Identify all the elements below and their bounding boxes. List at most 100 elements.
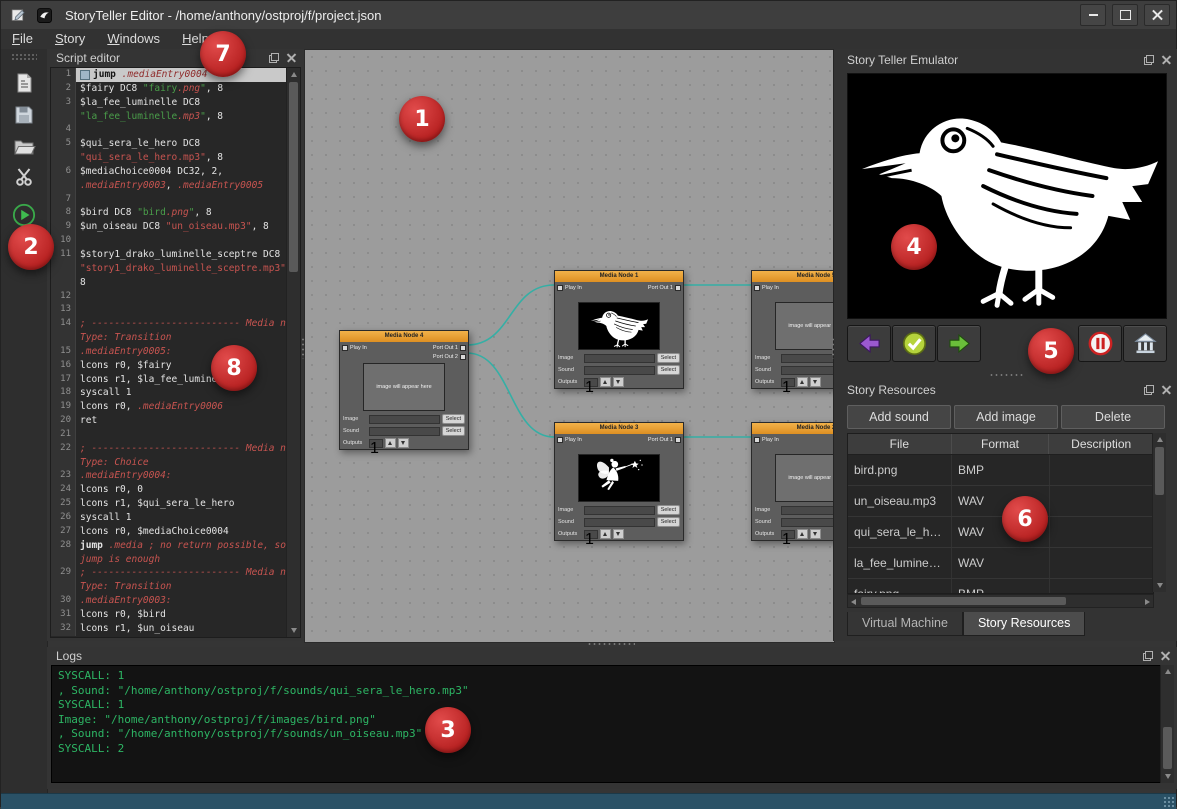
delete-button[interactable]: Delete: [1061, 405, 1165, 429]
scroll-up-icon[interactable]: [291, 72, 297, 77]
resize-grip[interactable]: [1163, 796, 1174, 807]
ok-button[interactable]: [892, 325, 936, 362]
spin-up-button[interactable]: [385, 438, 396, 448]
maximize-button[interactable]: [1112, 4, 1138, 26]
add-image-button[interactable]: Add image: [954, 405, 1058, 429]
undock-icon[interactable]: [1144, 55, 1154, 65]
node-select-button[interactable]: Select: [657, 365, 680, 375]
new-script-icon[interactable]: [10, 69, 38, 97]
scroll-down-icon[interactable]: [291, 628, 297, 633]
log-line: , Sound: "/home/anthony/ostproj/f/sounds…: [58, 727, 1154, 742]
table-horizontal-scrollbar[interactable]: [847, 594, 1154, 608]
spin-down-button[interactable]: [398, 438, 409, 448]
spin-down-button[interactable]: [810, 529, 821, 539]
spin-down-button[interactable]: [613, 377, 624, 387]
node-select-button[interactable]: Select: [657, 505, 680, 515]
close-panel-icon[interactable]: [1162, 385, 1171, 394]
splitter-handle[interactable]: [989, 373, 1023, 377]
node-graph-canvas[interactable]: Media Node 4Play InPort Out 1Port Out 2i…: [304, 49, 835, 643]
menu-windows[interactable]: Windows: [96, 29, 171, 49]
right-dock: Story Teller Emulator Story Resources Ad…: [833, 49, 1177, 641]
scrollbar-thumb[interactable]: [861, 597, 1066, 605]
spin-down-button[interactable]: [810, 377, 821, 387]
close-panel-icon[interactable]: [287, 53, 296, 62]
spin-down-button[interactable]: [613, 529, 624, 539]
input-port[interactable]: Play In: [754, 284, 779, 292]
table-row[interactable]: fairy.pngBMP: [848, 579, 1153, 594]
horizontal-splitter-handle[interactable]: [587, 642, 635, 646]
code-line: 7: [51, 193, 286, 207]
resources-title: Story Resources: [847, 383, 1144, 397]
spin-up-button[interactable]: [797, 377, 808, 387]
media-node-title: Media Node 4: [340, 331, 468, 342]
scrollbar-thumb[interactable]: [289, 82, 298, 272]
close-panel-icon[interactable]: [1161, 651, 1170, 660]
table-row[interactable]: un_oiseau.mp3WAV: [848, 486, 1153, 517]
node-select-button[interactable]: Select: [657, 517, 680, 527]
menu-file[interactable]: File: [1, 29, 44, 49]
scroll-right-icon[interactable]: [1145, 599, 1150, 605]
menu-story[interactable]: Story: [44, 29, 96, 49]
logs-scrollbar[interactable]: [1160, 665, 1174, 783]
undock-icon[interactable]: [1144, 385, 1154, 395]
column-header-description[interactable]: Description: [1049, 434, 1153, 454]
output-port[interactable]: Port Out 1: [433, 344, 466, 352]
scroll-left-icon[interactable]: [851, 599, 856, 605]
editor-scrollbar[interactable]: [286, 68, 300, 637]
node-field-row: Outputs1: [555, 528, 683, 540]
table-row[interactable]: bird.pngBMP: [848, 455, 1153, 486]
previous-button[interactable]: [847, 325, 891, 362]
add-sound-button[interactable]: Add sound: [847, 405, 951, 429]
open-folder-icon[interactable]: [10, 133, 38, 161]
media-node[interactable]: Media Node 5Play InPort Out 1image will …: [751, 270, 835, 389]
node-select-button[interactable]: Select: [657, 353, 680, 363]
spin-up-button[interactable]: [600, 377, 611, 387]
input-port[interactable]: Play In: [557, 284, 582, 292]
code-line: 11$story1_drako_luminelle_sceptre DC8: [51, 248, 286, 262]
script-editor[interactable]: 1jump .mediaEntry00042$fairy DC8 "fairy.…: [50, 67, 301, 638]
table-vertical-scrollbar[interactable]: [1152, 433, 1166, 592]
output-port[interactable]: Port Out 1: [648, 284, 681, 292]
output-port[interactable]: Port Out 1: [648, 436, 681, 444]
scroll-up-icon[interactable]: [1157, 437, 1163, 442]
node-select-button[interactable]: Select: [442, 426, 465, 436]
close-panel-icon[interactable]: [1162, 55, 1171, 64]
tab-virtual-machine[interactable]: Virtual Machine: [847, 612, 963, 636]
save-icon[interactable]: [10, 101, 38, 129]
pause-button[interactable]: [1078, 325, 1122, 362]
scroll-up-icon[interactable]: [1165, 669, 1171, 674]
media-node[interactable]: Media Node 4Play InPort Out 1Port Out 2i…: [339, 330, 469, 450]
scroll-down-icon[interactable]: [1157, 583, 1163, 588]
undock-icon[interactable]: [1143, 651, 1153, 661]
spin-up-button[interactable]: [600, 529, 611, 539]
media-node[interactable]: Media Node 2Play InPort Out 1image will …: [751, 422, 835, 541]
toolbar-drag-handle[interactable]: [11, 53, 37, 60]
media-node[interactable]: Media Node 3Play InPort Out 1ImageSelect…: [554, 422, 684, 541]
table-row[interactable]: qui_sera_le_h…WAV: [848, 517, 1153, 548]
scrollbar-thumb[interactable]: [1163, 727, 1172, 769]
home-button[interactable]: [1123, 325, 1167, 362]
vertical-splitter-handle[interactable]: [831, 337, 835, 359]
input-port[interactable]: Play In: [754, 436, 779, 444]
next-button[interactable]: [937, 325, 981, 362]
column-header-file[interactable]: File: [848, 434, 952, 454]
input-port[interactable]: Play In: [342, 344, 367, 352]
scroll-down-icon[interactable]: [1165, 774, 1171, 779]
media-node[interactable]: Media Node 1Play InPort Out 1ImageSelect…: [554, 270, 684, 389]
close-button[interactable]: [1144, 4, 1170, 26]
undock-icon[interactable]: [269, 53, 279, 63]
spin-up-button[interactable]: [797, 529, 808, 539]
scissors-icon[interactable]: [10, 163, 38, 191]
code-text: $story1_drako_luminelle_sceptre DC8: [76, 248, 286, 262]
vertical-splitter-handle[interactable]: [301, 337, 305, 359]
output-port[interactable]: Port Out 2: [433, 353, 466, 361]
log-output: SYSCALL: 1, Sound: "/home/anthony/ostpro…: [51, 665, 1161, 783]
column-header-format[interactable]: Format: [952, 434, 1050, 454]
table-row[interactable]: la_fee_lumine…WAV: [848, 548, 1153, 579]
line-number: 18: [51, 386, 76, 400]
tab-story-resources[interactable]: Story Resources: [963, 612, 1085, 636]
minimize-button[interactable]: [1080, 4, 1106, 26]
node-select-button[interactable]: Select: [442, 414, 465, 424]
scrollbar-thumb[interactable]: [1155, 447, 1164, 495]
input-port[interactable]: Play In: [557, 436, 582, 444]
